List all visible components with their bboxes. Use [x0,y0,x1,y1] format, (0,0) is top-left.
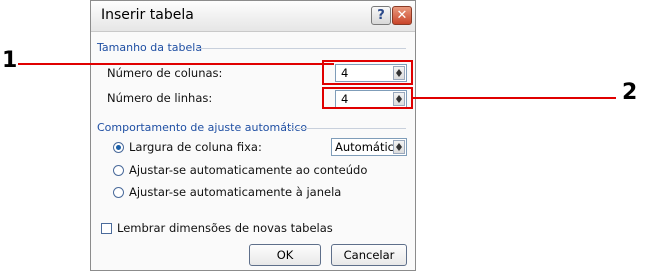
fixed-width-value[interactable]: Automático [335,140,401,154]
remember-label[interactable]: Lembrar dimensões de novas tabelas [117,221,333,235]
dialog-title: Inserir tabela [101,7,194,23]
rows-highlight-box [322,87,413,109]
radio-selected-dot [116,145,121,150]
autofit-group-title: Comportamento de ajuste automático [97,121,308,134]
autofit-window-radio[interactable] [113,187,124,198]
columns-highlight-box [322,60,413,85]
autofit-window-label[interactable]: Ajustar-se automaticamente à janela [129,185,341,199]
table-size-group-title: Tamanho da tabela [97,41,203,54]
fixed-width-radio[interactable] [113,142,124,153]
insert-table-dialog: Inserir tabela ? ✕ Tamanho da tabela Núm… [90,0,416,271]
autofit-contents-radio[interactable] [113,165,124,176]
close-button[interactable]: ✕ [392,6,412,25]
fixed-width-spinner[interactable]: Automático [331,138,407,156]
table-size-divider [196,48,406,49]
fixed-width-label[interactable]: Largura de coluna fixa: [129,140,262,154]
rows-label: Número de linhas: [107,91,213,105]
callout-line-1 [18,63,334,65]
remember-checkbox[interactable] [101,223,112,234]
title-bar[interactable]: Inserir tabela ? ✕ [91,1,415,32]
help-button[interactable]: ? [371,6,391,25]
fixed-width-spin-buttons[interactable] [393,140,405,154]
autofit-divider [287,128,406,129]
close-icon: ✕ [396,8,408,23]
callout-number-1: 1 [2,48,18,73]
callout-line-2 [413,97,616,99]
cancel-button[interactable]: Cancelar [331,244,407,266]
autofit-contents-label[interactable]: Ajustar-se automaticamente ao conteúdo [129,163,367,177]
spin-down-icon[interactable] [396,147,402,151]
ok-button[interactable]: OK [249,244,321,266]
callout-number-2: 2 [622,80,638,105]
help-icon: ? [377,8,385,23]
columns-label: Número de colunas: [107,66,223,80]
